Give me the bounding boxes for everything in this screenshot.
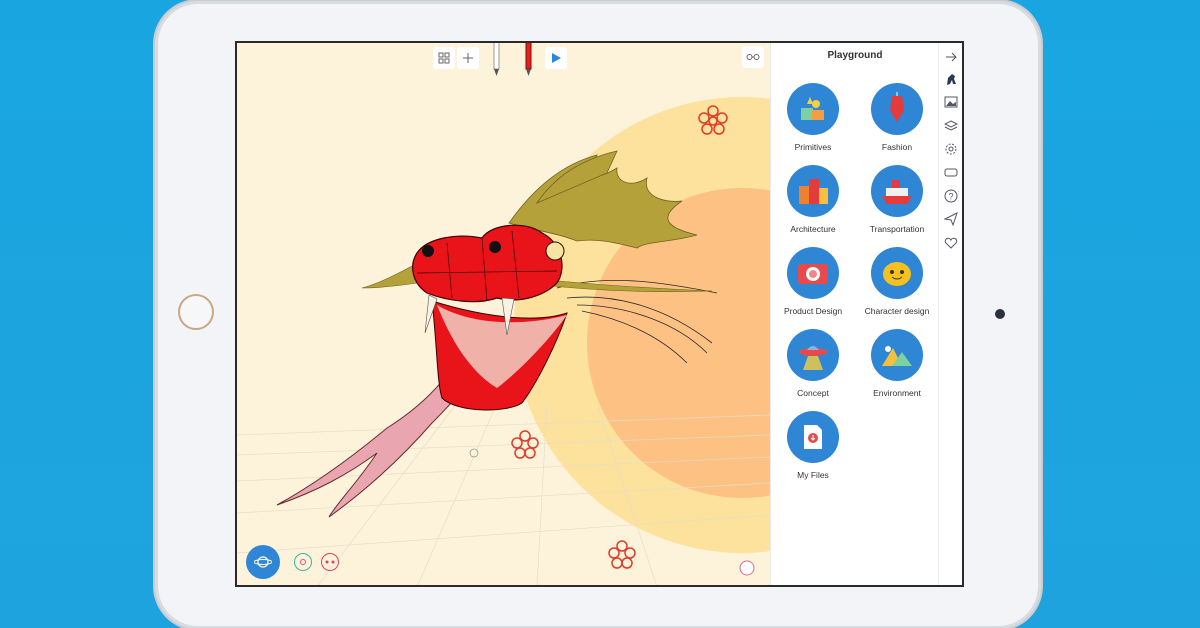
dragon-nostril xyxy=(489,241,501,253)
category-environment[interactable]: Environment xyxy=(855,329,939,398)
character-icon xyxy=(871,247,923,299)
category-label: Architecture xyxy=(790,224,836,234)
category-my-files[interactable]: My Files xyxy=(771,411,855,480)
category-primitives[interactable]: Primitives xyxy=(771,83,855,152)
modeling-canvas[interactable] xyxy=(237,43,770,585)
category-concept[interactable]: Concept xyxy=(771,329,855,398)
help-icon[interactable]: ? xyxy=(943,188,959,204)
icon-rail: ? xyxy=(938,43,962,585)
pencil-icon[interactable] xyxy=(481,43,511,77)
planet-icon[interactable] xyxy=(246,545,280,579)
grid-icon[interactable] xyxy=(433,47,455,69)
category-label: Character design xyxy=(864,306,930,316)
file-download-icon xyxy=(787,411,839,463)
layers-icon[interactable] xyxy=(943,118,959,134)
camera-icon xyxy=(787,247,839,299)
category-fashion[interactable]: Fashion xyxy=(855,83,939,152)
dragon-eye xyxy=(545,241,565,261)
playground-panel: Playground Primitives Fashion Architectu… xyxy=(770,43,939,585)
heart-icon[interactable] xyxy=(943,235,959,251)
app-screen: Playground Primitives Fashion Architectu… xyxy=(235,41,964,587)
category-architecture[interactable]: Architecture xyxy=(771,165,855,234)
category-product-design[interactable]: Product Design xyxy=(771,247,855,316)
category-label: Primitives xyxy=(794,142,832,152)
home-button[interactable] xyxy=(178,294,214,330)
dress-form-icon xyxy=(871,83,923,135)
panel-title: Playground xyxy=(827,50,883,61)
category-character-design[interactable]: Character design xyxy=(855,247,939,316)
dragon-nostril xyxy=(422,245,434,257)
front-camera xyxy=(995,309,1005,319)
svg-text:?: ? xyxy=(949,192,954,202)
category-label: Concept xyxy=(797,388,829,398)
top-toolbar xyxy=(433,43,578,76)
scene-artwork xyxy=(237,97,770,585)
glasses-icon[interactable] xyxy=(742,46,764,68)
flower-decoration xyxy=(608,540,636,569)
play-icon[interactable] xyxy=(545,47,567,69)
ship-icon xyxy=(871,165,923,217)
primitives-icon xyxy=(787,83,839,135)
category-label: Transportation xyxy=(869,224,925,234)
plus-icon[interactable] xyxy=(457,47,479,69)
chat-icon[interactable] xyxy=(294,553,312,571)
horse-icon[interactable] xyxy=(943,71,959,87)
face-badge xyxy=(739,560,755,576)
buildings-icon xyxy=(787,165,839,217)
red-pencil-icon[interactable] xyxy=(513,43,543,77)
category-label: My Files xyxy=(797,470,829,480)
category-transportation[interactable]: Transportation xyxy=(855,165,939,234)
category-label: Environment xyxy=(873,388,921,398)
ufo-icon xyxy=(787,329,839,381)
category-label: Product Design xyxy=(783,306,843,316)
dragon-head xyxy=(412,224,563,303)
arrow-right-icon[interactable] xyxy=(943,49,959,65)
send-icon[interactable] xyxy=(943,211,959,227)
category-label: Fashion xyxy=(881,142,913,152)
vr-headset-icon[interactable] xyxy=(943,164,959,180)
mountains-icon xyxy=(871,329,923,381)
dots-icon[interactable] xyxy=(321,553,339,571)
settings-icon[interactable] xyxy=(943,141,959,157)
image-icon[interactable] xyxy=(943,94,959,110)
